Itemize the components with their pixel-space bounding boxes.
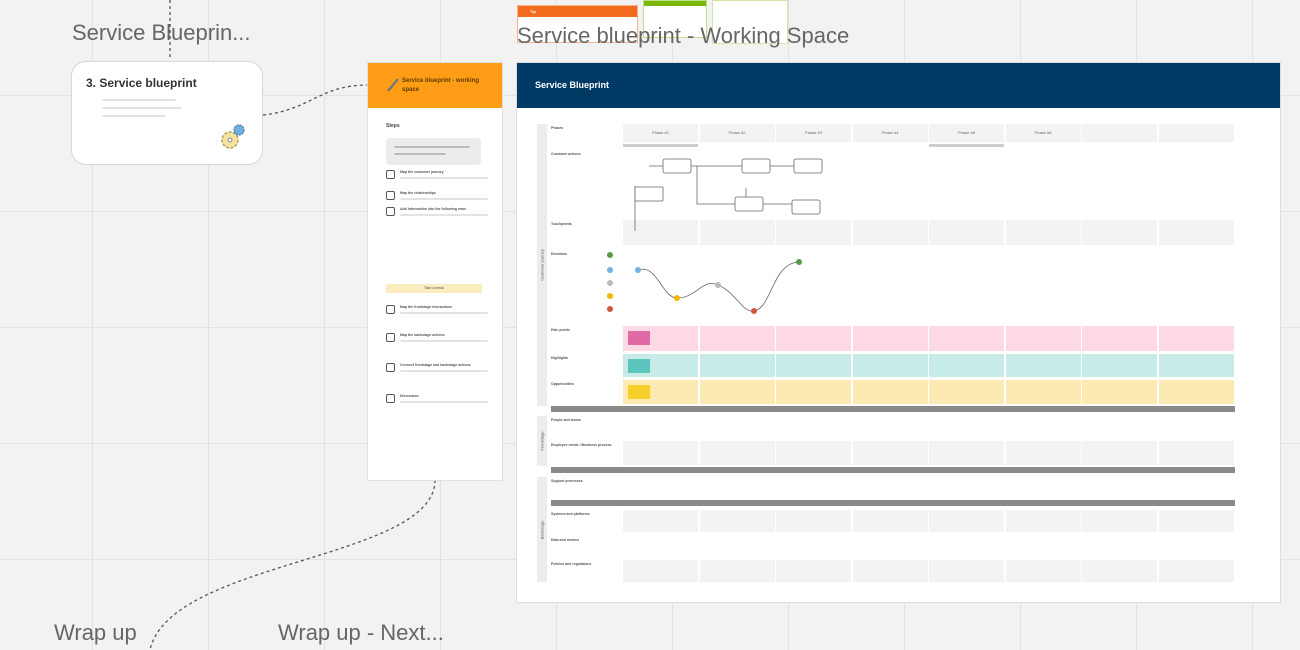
- step-checkbox[interactable]: [386, 363, 395, 372]
- step-checkbox[interactable]: [386, 170, 395, 179]
- customer-actions-diagram: [607, 158, 823, 314]
- step-checkbox[interactable]: [386, 394, 395, 403]
- service-blueprint-card[interactable]: 3. Service blueprint: [72, 62, 262, 164]
- card-title: 3. Service blueprint: [86, 76, 197, 90]
- panel-header: Service blueprint - working space: [368, 63, 502, 108]
- gears-icon: [221, 124, 245, 149]
- step-label: Connect frontstage and backstage actions: [400, 363, 471, 367]
- step-label: Map the backstage actions: [400, 333, 445, 337]
- pencil-icon: [387, 78, 399, 92]
- step-label: Map the customer journey: [400, 170, 444, 174]
- panel-header-title: Service blueprint - working space: [402, 78, 480, 93]
- step-checkbox[interactable]: [386, 333, 395, 342]
- frame-title-wrap-up-next[interactable]: Wrap up - Next...: [278, 620, 444, 646]
- step-label: Map the relationships: [400, 191, 436, 195]
- step-checkbox[interactable]: [386, 305, 395, 314]
- working-space-instructions[interactable]: Service blueprint - working space Steps …: [368, 63, 502, 480]
- frame-title-wrap-up[interactable]: Wrap up: [54, 620, 137, 646]
- step-label: Discussion: [400, 394, 419, 398]
- instruction-box: [386, 138, 481, 165]
- step-label: Map the frontstage interactions: [400, 305, 453, 309]
- frame-title-service-blueprint[interactable]: Service Blueprin...: [72, 20, 251, 46]
- tip-label: Tip: [518, 6, 637, 17]
- step-label: Add information into the following rows: [400, 207, 467, 211]
- step-checkbox[interactable]: [386, 207, 395, 216]
- take-a-break-button[interactable]: Take a break: [386, 284, 482, 293]
- steps-label: Steps: [386, 123, 400, 129]
- service-blueprint-board[interactable]: Service Blueprint Phases Phase #1 Phase #2…: [517, 63, 1280, 602]
- step-checkbox[interactable]: [386, 191, 395, 200]
- frame-title-working-space[interactable]: Service blueprint - Working Space: [517, 23, 849, 49]
